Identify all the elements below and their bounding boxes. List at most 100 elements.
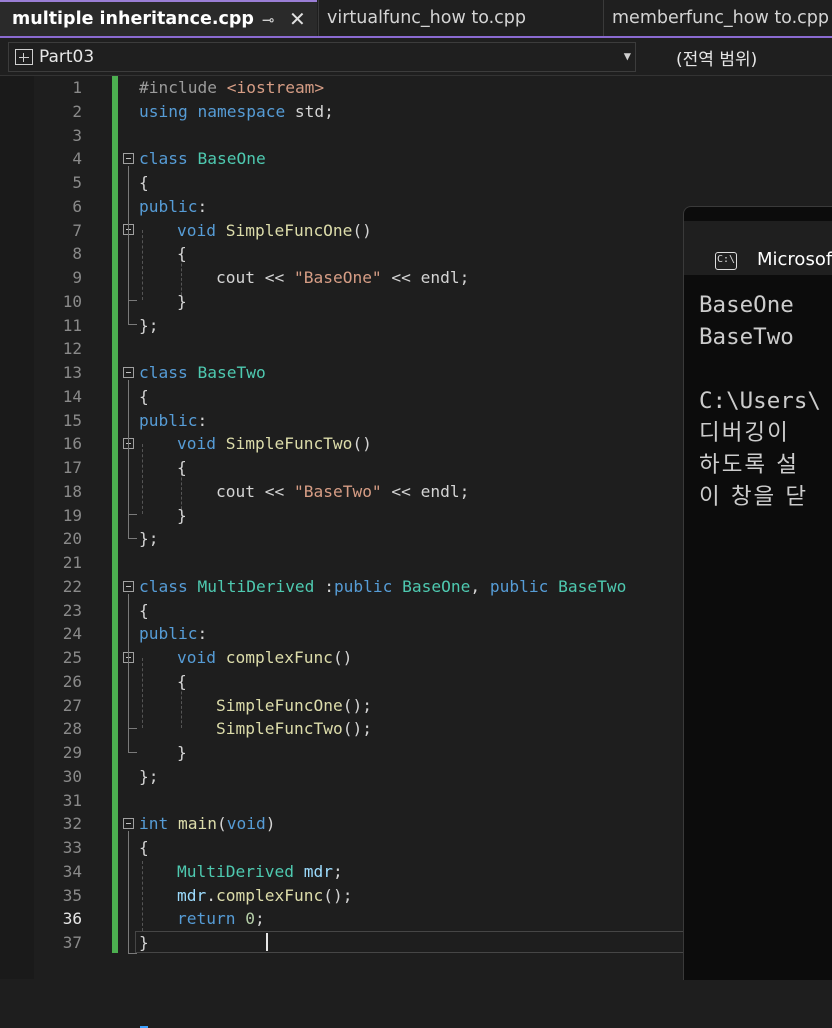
code-line: void complexFunc() <box>177 648 353 667</box>
scope-dropdown[interactable]: (전역 범위) <box>646 42 832 72</box>
change-tracking-bar <box>112 76 118 953</box>
line-number: 20 <box>62 529 82 549</box>
code-line: int main(void) <box>139 814 276 834</box>
line-number: 6 <box>72 196 82 216</box>
code-line: { <box>177 244 187 264</box>
console-line: 이 창을 닫 <box>699 484 809 510</box>
code-line: public: <box>139 624 208 644</box>
line-number: 16 <box>62 434 82 454</box>
class-scope-icon <box>15 49 33 65</box>
tab-label: multiple inheritance.cpp <box>12 9 254 29</box>
console-line: BaseOne <box>699 292 794 318</box>
code-line: void SimpleFuncTwo() <box>177 434 372 454</box>
line-number: 13 <box>62 363 82 382</box>
line-number: 26 <box>62 671 82 691</box>
code-line: { <box>139 173 149 192</box>
code-line: SimpleFuncTwo(); <box>216 719 372 739</box>
code-line: { <box>177 458 187 477</box>
code-line: cout << "BaseOne" << endl; <box>216 268 470 287</box>
project-dropdown[interactable]: Part03 ▼ <box>8 42 636 72</box>
code-line: using namespace std; <box>139 101 334 121</box>
outline-bracket <box>128 237 137 301</box>
pin-icon[interactable]: ⊸ <box>262 11 275 29</box>
indent-guide <box>142 444 143 514</box>
navigation-bar: Part03 ▼ (전역 범위) <box>0 38 832 76</box>
code-line: #include <iostream> <box>139 78 325 97</box>
line-number: 27 <box>62 695 82 715</box>
console-line: BaseTwo <box>699 324 794 350</box>
code-line: }; <box>139 529 159 549</box>
line-number: 29 <box>62 743 82 762</box>
line-number: 18 <box>62 481 82 501</box>
collapse-icon[interactable] <box>123 818 134 829</box>
line-number: 28 <box>62 719 82 739</box>
line-number: 12 <box>62 339 82 359</box>
line-number: 30 <box>62 766 82 786</box>
line-number: 3 <box>72 125 82 145</box>
code-line: class BaseOne <box>139 149 266 169</box>
code-line: void SimpleFuncOne() <box>177 220 372 240</box>
collapse-icon[interactable] <box>123 367 134 378</box>
code-line: { <box>139 838 149 857</box>
line-number: 14 <box>62 386 82 406</box>
code-line: class MultiDerived :public BaseOne, publ… <box>139 576 627 596</box>
line-number: 4 <box>72 149 82 169</box>
code-line: mdr.complexFunc(); <box>177 885 353 905</box>
code-line: }; <box>139 315 159 335</box>
console-line: 하도록 설 <box>699 452 799 478</box>
chevron-down-icon[interactable]: ▼ <box>624 49 631 63</box>
code-line: cout << "BaseTwo" << endl; <box>216 481 470 501</box>
line-number: 7 <box>72 220 82 240</box>
indent-guide <box>142 658 143 728</box>
close-icon[interactable]: ✕ <box>289 7 306 31</box>
line-number: 24 <box>62 624 82 644</box>
line-number: 10 <box>62 291 82 311</box>
tab-multiple-inheritance[interactable]: multiple inheritance.cpp ⊸ ✕ <box>0 0 317 36</box>
outline-bracket <box>128 451 137 515</box>
code-line: MultiDerived mdr; <box>177 861 343 881</box>
collapse-icon[interactable] <box>123 153 134 164</box>
code-line: { <box>139 386 149 406</box>
code-line: public: <box>139 196 208 216</box>
tab-label: memberfunc_how to.cpp <box>612 8 829 28</box>
code-line: class BaseTwo <box>139 363 266 382</box>
console-line: C:\Users\ <box>699 388 821 414</box>
console-line: 디버깅이 <box>699 420 790 446</box>
line-number: 1 <box>72 78 82 97</box>
line-number: 5 <box>72 173 82 192</box>
line-number: 19 <box>62 505 82 525</box>
scope-label: (전역 범위) <box>676 49 758 70</box>
line-number: 11 <box>62 315 82 335</box>
code-line: return 0; <box>177 909 265 929</box>
current-line-highlight <box>135 930 695 953</box>
tab-virtualfunc[interactable]: virtualfunc_how to.cpp <box>318 0 602 36</box>
console-app-icon: C:\ <box>715 252 737 270</box>
line-number: 37 <box>62 933 82 952</box>
line-number: 31 <box>62 790 82 810</box>
line-number: 15 <box>62 410 82 430</box>
text-caret <box>266 933 268 951</box>
editor-left-margin <box>0 76 34 979</box>
indent-guide <box>142 861 143 931</box>
line-number: 25 <box>62 648 82 667</box>
line-number: 2 <box>72 101 82 121</box>
indent-guide <box>142 230 143 300</box>
tab-memberfunc[interactable]: memberfunc_how to.cpp <box>603 0 832 36</box>
line-number: 21 <box>62 553 82 572</box>
code-line: } <box>139 933 149 952</box>
code-line: { <box>139 600 149 620</box>
line-number: 9 <box>72 268 82 287</box>
code-line: public: <box>139 410 208 430</box>
console-title-bar[interactable]: C:\ Microsof <box>684 221 832 275</box>
line-number: 34 <box>62 861 82 881</box>
code-line: SimpleFuncOne(); <box>216 695 372 715</box>
line-number: 35 <box>62 885 82 905</box>
console-output: BaseOne BaseTwo C:\Users\ 디버깅이하도록 설이 창을 닫 <box>699 289 821 513</box>
debug-console-window[interactable]: C:\ Microsof BaseOne BaseTwo C:\Users\ 디버깅이… <box>683 206 832 980</box>
collapse-icon[interactable] <box>123 581 134 592</box>
code-line: }; <box>139 766 159 786</box>
code-line: { <box>177 671 187 691</box>
console-title: Microsof <box>757 249 832 270</box>
tab-label: virtualfunc_how to.cpp <box>327 8 527 28</box>
